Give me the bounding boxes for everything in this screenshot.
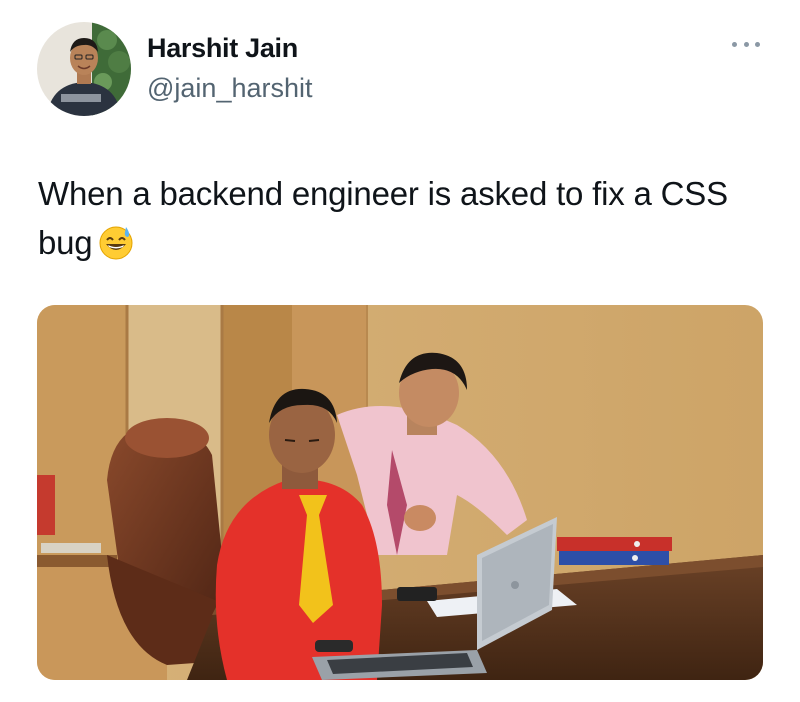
avatar-image: [37, 22, 131, 116]
tweet-text: When a backend engineer is asked to fix …: [38, 169, 738, 273]
author-handle[interactable]: @jain_harshit: [147, 73, 313, 104]
author-avatar[interactable]: [37, 22, 131, 116]
dot: [732, 41, 737, 47]
dot: [755, 41, 760, 47]
grinning-face-with-sweat-icon: [98, 224, 134, 273]
more-options-icon[interactable]: [728, 34, 764, 54]
tweet-media-photo[interactable]: [37, 305, 763, 680]
meme-photo-icon: [37, 305, 763, 680]
tweet-text-body: When a backend engineer is asked to fix …: [38, 175, 728, 261]
author-name[interactable]: Harshit Jain: [147, 33, 298, 64]
dot: [743, 41, 749, 47]
